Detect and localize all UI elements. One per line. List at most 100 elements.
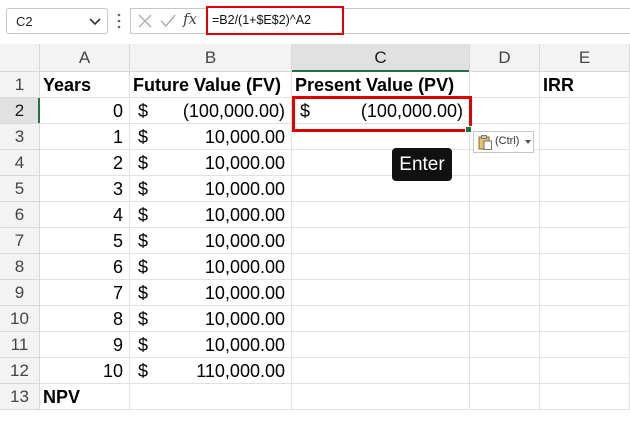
row-header-1[interactable]: 1 <box>0 72 40 98</box>
cell-b2[interactable]: $ (100,000.00) <box>130 98 292 124</box>
cell-d12[interactable] <box>470 358 540 384</box>
years-header: Years <box>43 75 92 95</box>
function-icon[interactable]: fx <box>183 10 197 28</box>
row-header-9[interactable]: 9 <box>0 280 40 306</box>
cell-e9[interactable] <box>540 280 630 306</box>
cell-b11[interactable]: $10,000.00 <box>130 332 292 358</box>
formula-input-area[interactable] <box>130 8 630 34</box>
row-header-3[interactable]: 3 <box>0 124 40 150</box>
cell-c10[interactable] <box>292 306 470 332</box>
cell-d11[interactable] <box>470 332 540 358</box>
cell-c6[interactable] <box>292 202 470 228</box>
select-all-corner[interactable] <box>0 44 40 72</box>
formula-input[interactable]: =B2/(1+$E$2)^A2 <box>206 6 344 35</box>
check-icon[interactable] <box>159 13 177 29</box>
chevron-down-icon[interactable] <box>88 13 102 29</box>
cell-d4[interactable] <box>470 150 540 176</box>
fill-handle[interactable] <box>465 126 472 133</box>
column-header-a[interactable]: A <box>40 44 130 72</box>
row-header-6[interactable]: 6 <box>0 202 40 228</box>
cell-a7[interactable]: 5 <box>40 228 130 254</box>
cell-d1[interactable] <box>470 72 540 98</box>
row-header-11[interactable]: 11 <box>0 332 40 358</box>
cell-a12[interactable]: 10 <box>40 358 130 384</box>
cell-b8[interactable]: $10,000.00 <box>130 254 292 280</box>
row-header-13[interactable]: 13 <box>0 384 40 410</box>
cell-c13[interactable] <box>292 384 470 410</box>
cell-c8[interactable] <box>292 254 470 280</box>
row-header-2[interactable]: 2 <box>0 98 40 124</box>
paste-options-button[interactable]: (Ctrl) <box>473 131 534 153</box>
cell-d2[interactable] <box>470 98 540 124</box>
cell-a4[interactable]: 2 <box>40 150 130 176</box>
cell-b7[interactable]: $10,000.00 <box>130 228 292 254</box>
column-header-c[interactable]: C <box>292 44 470 72</box>
cell-e5[interactable] <box>540 176 630 202</box>
cell-b1[interactable]: Future Value (FV) <box>130 72 292 98</box>
more-options-icon[interactable] <box>116 12 122 30</box>
cell-b3[interactable]: $10,000.00 <box>130 124 292 150</box>
cell-b9[interactable]: $10,000.00 <box>130 280 292 306</box>
cell-b12[interactable]: $110,000.00 <box>130 358 292 384</box>
cell-d10[interactable] <box>470 306 540 332</box>
year-value: 6 <box>112 257 123 277</box>
cell-e10[interactable] <box>540 306 630 332</box>
cell-a3[interactable]: 1 <box>40 124 130 150</box>
cell-e12[interactable] <box>540 358 630 384</box>
cell-e2[interactable] <box>540 98 630 124</box>
year-value: 10 <box>102 361 123 381</box>
cell-a2[interactable]: 0 <box>40 98 130 124</box>
cell-b5[interactable]: $10,000.00 <box>130 176 292 202</box>
cell-a10[interactable]: 8 <box>40 306 130 332</box>
cell-e6[interactable] <box>540 202 630 228</box>
cell-b10[interactable]: $10,000.00 <box>130 306 292 332</box>
cell-b6[interactable]: $10,000.00 <box>130 202 292 228</box>
future-value-header: Future Value (FV) <box>133 75 282 95</box>
cell-c3[interactable] <box>292 124 470 150</box>
cell-c1[interactable]: Present Value (PV) <box>292 72 470 98</box>
fv-value: 10,000.00 <box>204 309 285 329</box>
currency-symbol: $ <box>138 257 149 277</box>
cell-d13[interactable] <box>470 384 540 410</box>
row-header-7[interactable]: 7 <box>0 228 40 254</box>
cell-e3[interactable] <box>540 124 630 150</box>
cell-d7[interactable] <box>470 228 540 254</box>
cell-c2[interactable]: $ (100,000.00) <box>292 98 470 124</box>
row-header-5[interactable]: 5 <box>0 176 40 202</box>
cell-e13[interactable] <box>540 384 630 410</box>
cell-d5[interactable] <box>470 176 540 202</box>
x-icon[interactable] <box>137 13 153 29</box>
cell-e7[interactable] <box>540 228 630 254</box>
row-header-8[interactable]: 8 <box>0 254 40 280</box>
cell-b4[interactable]: $10,000.00 <box>130 150 292 176</box>
cell-a1[interactable]: Years <box>40 72 130 98</box>
cell-e4[interactable] <box>540 150 630 176</box>
currency-symbol: $ <box>138 205 149 225</box>
cell-c11[interactable] <box>292 332 470 358</box>
row-header-10[interactable]: 10 <box>0 306 40 332</box>
currency-symbol: $ <box>138 153 149 173</box>
cell-d8[interactable] <box>470 254 540 280</box>
column-header-e[interactable]: E <box>540 44 630 72</box>
cell-d6[interactable] <box>470 202 540 228</box>
cell-a8[interactable]: 6 <box>40 254 130 280</box>
column-header-b[interactable]: B <box>130 44 292 72</box>
cell-a6[interactable]: 4 <box>40 202 130 228</box>
cell-e8[interactable] <box>540 254 630 280</box>
cell-c12[interactable] <box>292 358 470 384</box>
row-header-4[interactable]: 4 <box>0 150 40 176</box>
cell-c9[interactable] <box>292 280 470 306</box>
cell-a11[interactable]: 9 <box>40 332 130 358</box>
cell-e11[interactable] <box>540 332 630 358</box>
cell-b13[interactable] <box>130 384 292 410</box>
cell-e1[interactable]: IRR <box>540 72 630 98</box>
cell-a5[interactable]: 3 <box>40 176 130 202</box>
cell-a9[interactable]: 7 <box>40 280 130 306</box>
cell-a13[interactable]: NPV <box>40 384 130 410</box>
name-box[interactable]: C2 <box>6 8 108 34</box>
cell-d9[interactable] <box>470 280 540 306</box>
row-header-12[interactable]: 12 <box>0 358 40 384</box>
currency-symbol: $ <box>138 361 149 381</box>
cell-c7[interactable] <box>292 228 470 254</box>
column-header-d[interactable]: D <box>470 44 540 72</box>
